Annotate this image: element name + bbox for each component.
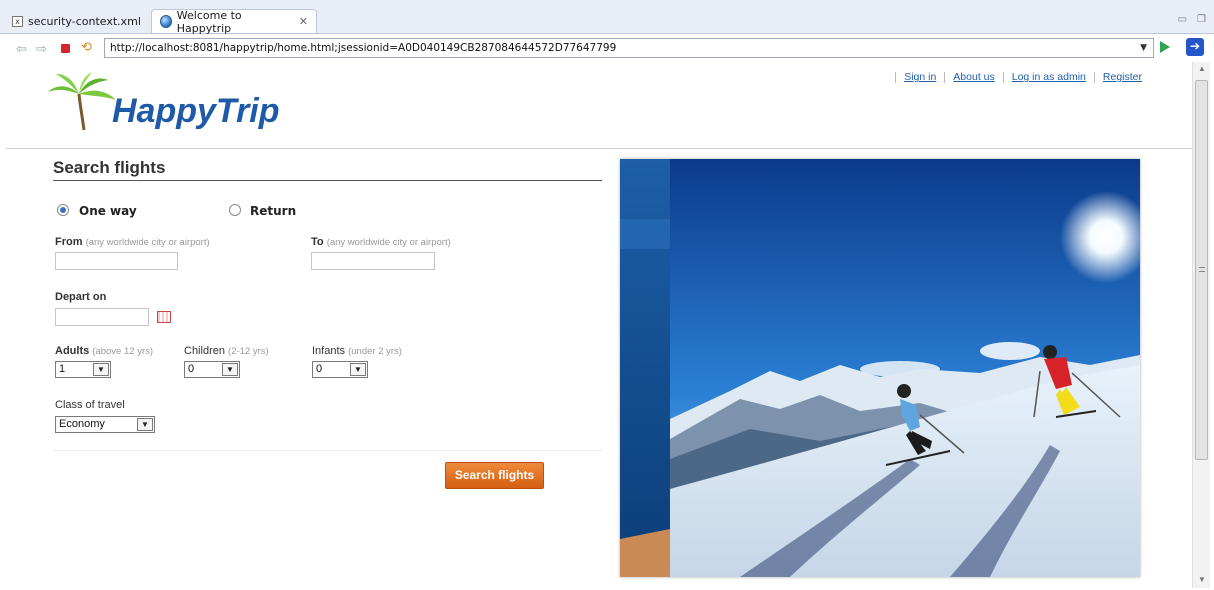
children-select[interactable]: 0 ▼ bbox=[184, 361, 240, 378]
stop-icon[interactable] bbox=[61, 44, 70, 53]
trip-type-group: One way Return bbox=[53, 202, 453, 218]
chevron-down-icon[interactable]: ▼ bbox=[93, 363, 109, 376]
browser-toolbar: ⇦ ⇨ ⟲ http://localhost:8081/happytrip/ho… bbox=[0, 36, 1214, 60]
one-way-label[interactable]: One way bbox=[79, 204, 137, 218]
chevron-down-icon[interactable]: ▼ bbox=[137, 418, 153, 431]
page-viewport: HappyTrip Sign in About us Log in as adm… bbox=[6, 62, 1192, 588]
infants-label: Infants (under 2 yrs) bbox=[312, 345, 402, 357]
infants-label-text: Infants bbox=[312, 345, 346, 357]
sign-in-link[interactable]: Sign in bbox=[895, 72, 944, 83]
class-of-travel-select[interactable]: Economy ▼ bbox=[55, 416, 155, 433]
close-icon[interactable]: ✕ bbox=[299, 15, 308, 28]
children-value: 0 bbox=[188, 363, 195, 375]
adults-value: 1 bbox=[59, 363, 66, 375]
from-label-text: From bbox=[55, 236, 83, 248]
about-us-link[interactable]: About us bbox=[944, 72, 1002, 83]
register-link[interactable]: Register bbox=[1093, 72, 1150, 83]
from-label: From (any worldwide city or airport) bbox=[55, 236, 210, 248]
to-hint: (any worldwide city or airport) bbox=[326, 237, 451, 248]
globe-icon bbox=[160, 15, 172, 28]
forward-arrow-icon[interactable]: ⇨ bbox=[36, 41, 47, 57]
grip-icon bbox=[1199, 267, 1205, 272]
from-hint: (any worldwide city or airport) bbox=[85, 237, 210, 248]
url-text: http://localhost:8081/happytrip/home.htm… bbox=[110, 42, 617, 54]
depart-label: Depart on bbox=[55, 291, 107, 303]
back-arrow-icon[interactable]: ⇦ bbox=[16, 41, 27, 57]
one-way-radio[interactable] bbox=[57, 204, 69, 216]
hero-image-skiers bbox=[620, 159, 1140, 577]
class-of-travel-label: Class of travel bbox=[55, 399, 125, 411]
children-hint: (2-12 yrs) bbox=[228, 346, 269, 357]
class-of-travel-value: Economy bbox=[59, 418, 105, 430]
return-label[interactable]: Return bbox=[250, 204, 296, 218]
from-input[interactable] bbox=[55, 252, 178, 270]
happytrip-logo[interactable]: HappyTrip bbox=[44, 70, 294, 134]
adults-label-text: Adults bbox=[55, 345, 90, 357]
header-divider bbox=[6, 148, 1192, 149]
children-label-text: Children bbox=[184, 345, 225, 357]
url-input[interactable]: http://localhost:8081/happytrip/home.htm… bbox=[104, 38, 1154, 58]
editor-tab-strip: x security-context.xml Welcome to Happyt… bbox=[0, 0, 1214, 35]
tab-label: security-context.xml bbox=[28, 14, 141, 28]
admin-login-link[interactable]: Log in as admin bbox=[1002, 72, 1094, 83]
return-radio[interactable] bbox=[229, 204, 241, 216]
search-flights-form: Search flights One way Return From (any … bbox=[53, 158, 603, 489]
scrollbar-thumb[interactable] bbox=[1195, 80, 1208, 460]
adults-select[interactable]: 1 ▼ bbox=[55, 361, 111, 378]
window-controls: ▭ ❐ bbox=[1178, 14, 1206, 25]
to-label-text: To bbox=[311, 236, 324, 248]
to-label: To (any worldwide city or airport) bbox=[311, 236, 451, 248]
vertical-scrollbar[interactable]: ▲ ▼ bbox=[1192, 62, 1210, 588]
chevron-down-icon[interactable]: ▼ bbox=[350, 363, 366, 376]
to-input[interactable] bbox=[311, 252, 435, 270]
search-flights-button[interactable]: Search flights bbox=[445, 462, 544, 489]
tab-welcome-happytrip[interactable]: Welcome to Happytrip ✕ bbox=[151, 8, 317, 35]
tab-label: Welcome to Happytrip bbox=[176, 8, 242, 35]
tab-security-context[interactable]: x security-context.xml bbox=[4, 9, 150, 33]
xml-file-icon: x bbox=[12, 15, 23, 27]
top-nav-links: Sign in About us Log in as admin Registe… bbox=[895, 72, 1150, 83]
restore-icon[interactable]: ❐ bbox=[1197, 14, 1206, 25]
form-divider bbox=[53, 450, 602, 451]
children-label: Children (2-12 yrs) bbox=[184, 345, 269, 357]
open-external-icon[interactable]: ➔ bbox=[1186, 38, 1204, 56]
minimize-icon[interactable]: ▭ bbox=[1178, 14, 1187, 25]
logo-text: HappyTrip bbox=[112, 92, 280, 130]
infants-hint: (under 2 yrs) bbox=[348, 346, 402, 357]
scroll-down-icon[interactable]: ▼ bbox=[1198, 575, 1206, 584]
chevron-down-icon[interactable]: ▼ bbox=[222, 363, 238, 376]
chevron-down-icon[interactable]: ▼ bbox=[1140, 39, 1147, 57]
adults-hint: (above 12 yrs) bbox=[92, 346, 154, 357]
infants-value: 0 bbox=[316, 363, 323, 375]
calendar-icon[interactable] bbox=[157, 311, 171, 323]
refresh-icon[interactable]: ⟲ bbox=[81, 39, 92, 55]
adults-label: Adults (above 12 yrs) bbox=[55, 345, 153, 357]
infants-select[interactable]: 0 ▼ bbox=[312, 361, 368, 378]
go-icon[interactable] bbox=[1160, 41, 1170, 53]
scroll-up-icon[interactable]: ▲ bbox=[1198, 64, 1206, 73]
form-title: Search flights bbox=[53, 158, 602, 181]
ski-scene-illustration bbox=[620, 159, 1140, 577]
depart-date-input[interactable] bbox=[55, 308, 149, 326]
